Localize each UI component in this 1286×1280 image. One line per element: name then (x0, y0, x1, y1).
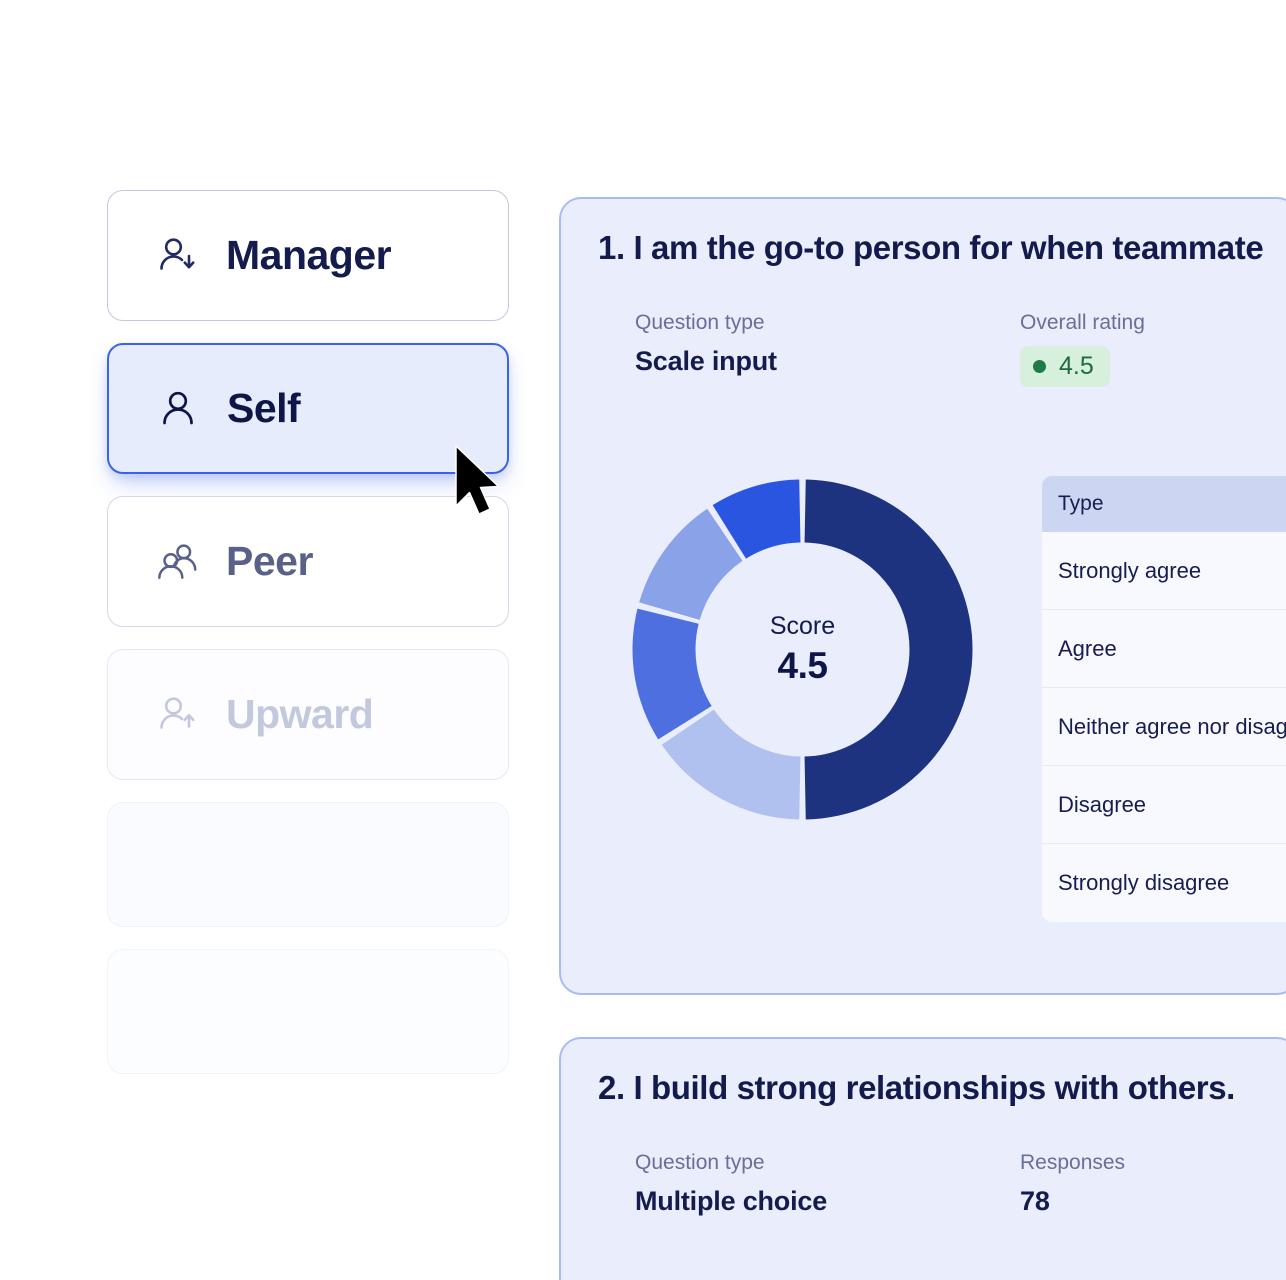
question-2-title: 2. I build strong relationships with oth… (598, 1069, 1235, 1107)
table-row: Strongly agree (1042, 532, 1286, 610)
table-header-row: Type (1042, 476, 1286, 532)
two-people-icon (156, 540, 200, 584)
person-icon (157, 387, 201, 431)
question-1-meta: Question type Scale input Overall rating… (635, 311, 1286, 387)
table-column-type: Type (1058, 492, 1104, 516)
donut-segment[interactable] (662, 709, 801, 819)
app-root: Manager Self (0, 0, 1286, 1280)
person-arrow-up-icon (156, 693, 200, 737)
question-card-2: 2. I build strong relationships with oth… (559, 1037, 1286, 1280)
question-1-rating-value: 4.5 (1059, 352, 1094, 381)
question-1-type-block: Question type Scale input (635, 311, 1020, 387)
question-2-responses-block: Responses 78 (1020, 1151, 1286, 1217)
question-card-1: 1. I am the go-to person for when teamma… (559, 197, 1286, 995)
table-cell-type: Strongly disagree (1058, 870, 1229, 896)
table-row: Strongly disagree (1042, 844, 1286, 922)
question-1-title: 1. I am the go-to person for when teamma… (598, 229, 1263, 267)
table-row: Neither agree nor disagree (1042, 688, 1286, 766)
table-row: Agree (1042, 610, 1286, 688)
audience-option-manager-wrapper: Manager (107, 190, 509, 321)
table-cell-type: Strongly agree (1058, 558, 1201, 584)
audience-placeholder-1-wrapper (107, 802, 509, 927)
audience-option-upward-wrapper: Upward (107, 649, 509, 780)
audience-placeholder-1 (107, 802, 509, 927)
table-body: Strongly agree Agree Neither agree nor dis… (1042, 532, 1286, 922)
question-2-type-value: Multiple choice (635, 1186, 1020, 1217)
status-badge: 4.5 (1020, 346, 1110, 387)
audience-option-peer-wrapper: Peer (107, 496, 509, 627)
question-2-type-label: Question type (635, 1151, 1020, 1175)
question-1-type-value: Scale input (635, 346, 1020, 377)
audience-option-peer-label: Peer (226, 538, 313, 585)
audience-selector-sidebar: Manager Self (107, 190, 509, 1096)
question-2-responses-value: 78 (1020, 1186, 1286, 1217)
audience-option-upward-label: Upward (226, 691, 373, 738)
question-1-rating-block: Overall rating 4.5 (1020, 311, 1286, 387)
audience-option-self-wrapper: Self (107, 343, 509, 474)
table-cell-type: Neither agree nor disagree (1058, 714, 1286, 740)
audience-option-upward: Upward (107, 649, 509, 780)
question-2-type-block: Question type Multiple choice (635, 1151, 1020, 1217)
audience-option-self[interactable]: Self (107, 343, 509, 474)
audience-option-manager-label: Manager (226, 232, 391, 279)
person-arrow-down-icon (156, 234, 200, 278)
question-1-rating-label: Overall rating (1020, 311, 1286, 335)
audience-placeholder-2-wrapper (107, 949, 509, 1074)
question-1-type-label: Question type (635, 311, 1020, 335)
table-cell-type: Disagree (1058, 792, 1146, 818)
question-2-meta: Question type Multiple choice Responses … (635, 1151, 1286, 1217)
question-2-responses-label: Responses (1020, 1151, 1286, 1175)
audience-placeholder-2 (107, 949, 509, 1074)
donut-svg (630, 477, 975, 822)
audience-option-peer[interactable]: Peer (107, 496, 509, 627)
response-type-table: Type Strongly agree Agree Neither agree no… (1042, 476, 1286, 922)
status-dot-icon (1033, 360, 1046, 373)
donut-segment[interactable] (805, 480, 973, 820)
audience-option-self-label: Self (227, 385, 300, 432)
audience-option-manager[interactable]: Manager (107, 190, 509, 321)
score-donut-chart: Score 4.5 (630, 477, 975, 822)
table-cell-type: Agree (1058, 636, 1117, 662)
table-row: Disagree (1042, 766, 1286, 844)
